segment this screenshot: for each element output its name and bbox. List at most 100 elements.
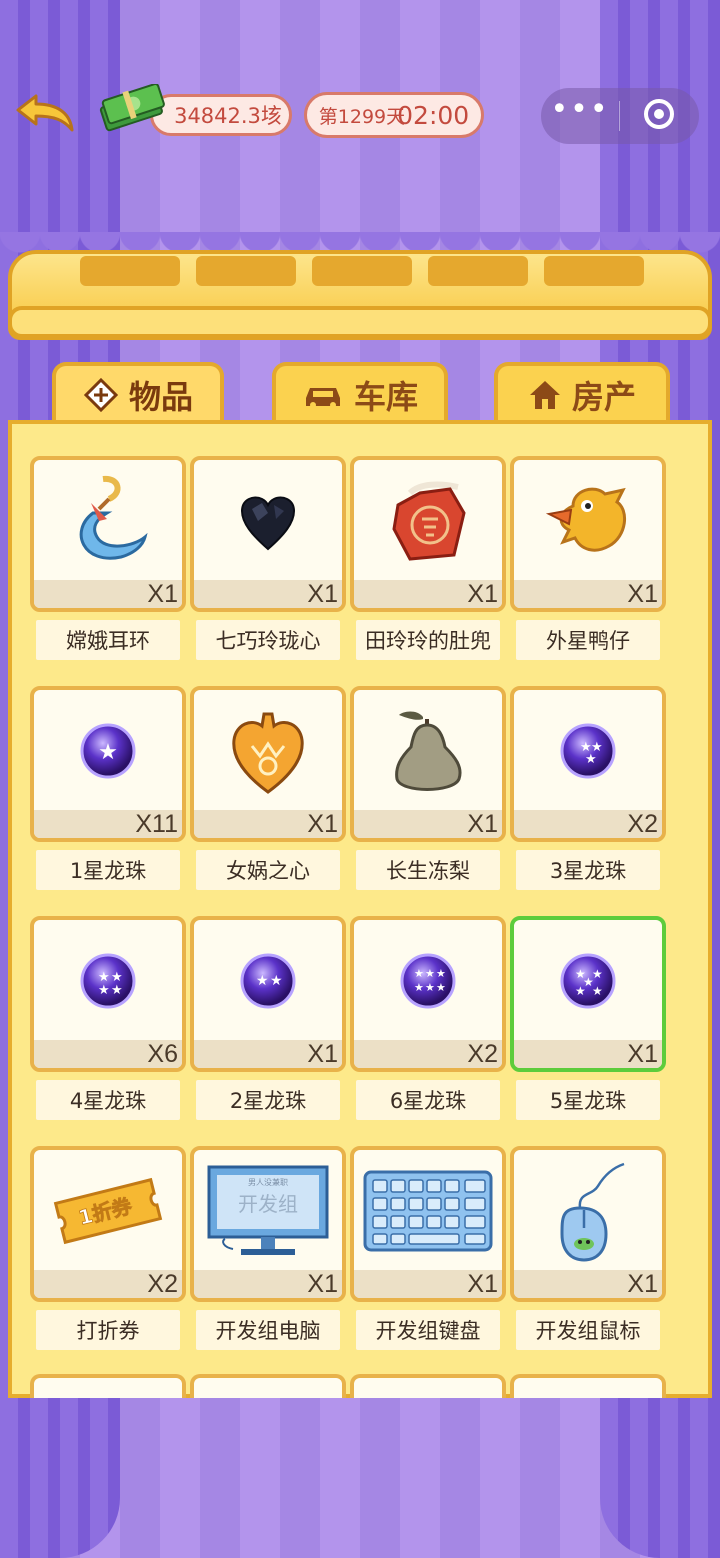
item-name: 长生冻梨: [356, 850, 500, 890]
item-count: X1: [627, 1270, 658, 1298]
item-count: X1: [307, 580, 338, 608]
svg-text:★: ★: [425, 981, 435, 994]
item-card[interactable]: X1: [350, 1146, 506, 1302]
item-slot-selected[interactable]: ★ ★ ★ ★ ★ X1 5星龙珠: [510, 916, 666, 1120]
item-card[interactable]: ★ ★ ★ ★ ★ X1: [510, 916, 666, 1072]
golden-heart-icon: [194, 690, 342, 812]
item-name: 七巧玲珑心: [196, 620, 340, 660]
dragon-ball-icon: ★ ★ ★ ★: [34, 920, 182, 1042]
roof-panel: [428, 256, 528, 286]
earring-icon: [34, 460, 182, 582]
item-name: 嫦娥耳环: [36, 620, 180, 660]
item-slot-partial[interactable]: [30, 1374, 186, 1398]
monitor-icon: 男人没兼职 开发组: [194, 1150, 342, 1272]
roof-panel: [544, 256, 644, 286]
item-card[interactable]: ★ ★ ★ ★ ★ ★ X2: [350, 916, 506, 1072]
item-slot[interactable]: ★ X11 1星龙珠: [30, 686, 186, 890]
item-count: X6: [147, 1040, 178, 1068]
item-slot[interactable]: X1 女娲之心: [190, 686, 346, 890]
monitor-header-text: 男人没兼职: [248, 1177, 288, 1187]
svg-text:★: ★: [592, 984, 603, 998]
back-arrow-icon: [14, 92, 76, 140]
roof-panel: [312, 256, 412, 286]
item-slot[interactable]: ★ ★ ★ X2 3星龙珠: [510, 686, 666, 890]
item-card[interactable]: 男人没兼职 开发组 X1: [190, 1146, 346, 1302]
svg-text:★: ★: [414, 981, 424, 994]
item-slot[interactable]: X1 七巧玲珑心: [190, 456, 346, 660]
item-slot[interactable]: 1折券 X2 打折券: [30, 1146, 186, 1350]
day-time-display: 第1299天 02:00: [304, 92, 484, 138]
item-slot[interactable]: 男人没兼职 开发组 X1 开发组电脑: [190, 1146, 346, 1350]
dragon-ball-icon: ★ ★ ★ ★ ★: [514, 920, 662, 1042]
black-heart-gem-icon: [194, 460, 342, 582]
back-button[interactable]: [14, 92, 76, 140]
item-slot[interactable]: X1 长生冻梨: [350, 686, 506, 890]
item-card[interactable]: ★ ★ X1: [190, 916, 346, 1072]
item-card[interactable]: X1: [190, 686, 346, 842]
svg-text:★: ★: [585, 752, 597, 767]
cash-stack-icon: [98, 83, 168, 134]
item-name: 5星龙珠: [516, 1080, 660, 1120]
item-slot[interactable]: X1 田玲玲的肚兜: [350, 456, 506, 660]
item-slot-partial[interactable]: [190, 1374, 346, 1398]
svg-text:★: ★: [575, 984, 586, 998]
item-card[interactable]: 1折券 X2: [30, 1146, 186, 1302]
gem-icon: [83, 377, 119, 413]
game-clock: 02:00: [397, 100, 470, 130]
item-count: X1: [147, 580, 178, 608]
tab-garage[interactable]: 车库: [272, 362, 448, 424]
roof-panel: [196, 256, 296, 286]
svg-text:★: ★: [270, 973, 283, 989]
item-name: 4星龙珠: [36, 1080, 180, 1120]
item-card[interactable]: X1: [510, 1146, 666, 1302]
item-card[interactable]: X1: [30, 456, 186, 612]
house-icon: [528, 379, 562, 411]
tab-property[interactable]: 房产: [494, 362, 670, 424]
car-icon: [302, 380, 344, 410]
item-name: 打折券: [36, 1310, 180, 1350]
inventory-panel: X1 嫦娥耳环 X1 七巧玲珑心 X1 田玲玲的肚兜 X1 外星鸭仔 ★ X11…: [8, 420, 712, 1398]
dragon-ball-icon: ★: [34, 690, 182, 812]
item-slot[interactable]: ★ ★ ★ ★ ★ ★ X2 6星龙珠: [350, 916, 506, 1120]
item-name: 开发组鼠标: [516, 1310, 660, 1350]
item-slot[interactable]: ★ ★ ★ ★ X6 4星龙珠: [30, 916, 186, 1120]
item-slot[interactable]: X1 外星鸭仔: [510, 456, 666, 660]
item-card[interactable]: ★ ★ ★ ★ X6: [30, 916, 186, 1072]
item-count: X1: [627, 580, 658, 608]
item-slot-partial[interactable]: [350, 1374, 506, 1398]
more-button[interactable]: •••: [541, 88, 619, 144]
item-card[interactable]: ★ X11: [30, 686, 186, 842]
item-count: X2: [467, 1040, 498, 1068]
item-name: 3星龙珠: [516, 850, 660, 890]
item-count: X1: [467, 580, 498, 608]
monitor-caption-text: 开发组: [238, 1192, 298, 1216]
svg-text:★: ★: [436, 967, 446, 980]
svg-text:★: ★: [436, 981, 446, 994]
item-slot-partial[interactable]: [510, 1374, 666, 1398]
svg-text:★: ★: [425, 967, 435, 980]
item-card[interactable]: X1: [190, 456, 346, 612]
item-count: X2: [627, 810, 658, 838]
tab-items-label: 物品: [128, 378, 193, 416]
item-count: X1: [467, 810, 498, 838]
close-miniprogram-button[interactable]: [620, 88, 698, 144]
duck-icon: [514, 460, 662, 582]
item-slot[interactable]: X1 嫦娥耳环: [30, 456, 186, 660]
item-slot[interactable]: ★ ★ X1 2星龙珠: [190, 916, 346, 1120]
pear-icon: [354, 690, 502, 812]
item-card[interactable]: ★ ★ ★ X2: [510, 686, 666, 842]
item-slot[interactable]: X1 开发组键盘: [350, 1146, 506, 1350]
item-card[interactable]: X1: [510, 456, 666, 612]
apron-icon: [354, 460, 502, 582]
coupon-icon: 1折券: [34, 1150, 182, 1272]
item-count: X1: [307, 1270, 338, 1298]
item-name: 田玲玲的肚兜: [356, 620, 500, 660]
item-card[interactable]: X1: [350, 456, 506, 612]
item-slot[interactable]: X1 开发组鼠标: [510, 1146, 666, 1350]
dragon-ball-icon: ★ ★ ★: [514, 690, 662, 812]
item-card[interactable]: X1: [350, 686, 506, 842]
money-value: 34842.3垓: [174, 104, 282, 128]
item-count: X11: [135, 810, 178, 838]
item-name: 1星龙珠: [36, 850, 180, 890]
tab-items[interactable]: 物品: [52, 362, 224, 424]
